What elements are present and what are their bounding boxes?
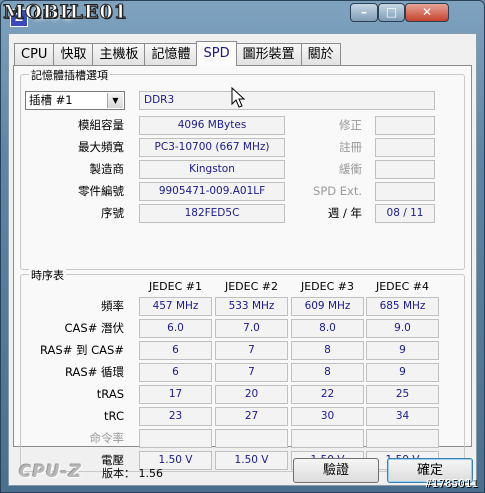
slot-flag-value [375, 138, 435, 157]
slot-group-title: 記憶體插槽選項 [29, 67, 110, 83]
timing-cell: 609 MHz [291, 297, 364, 316]
timing-cell: 23 [139, 407, 212, 426]
slot-flag-label: 緩衝 [339, 162, 362, 176]
slot-row-value: 9905471-009.A01LF [139, 182, 285, 201]
timing-cell: 8 [291, 341, 364, 360]
timing-row-label: 命令率 [89, 431, 125, 445]
timing-column-header: JEDEC #2 [224, 280, 278, 293]
tab-strip: CPU 快取 主機板 記憶體 SPD 圖形裝置 關於 [14, 41, 341, 66]
tab-0[interactable]: CPU [14, 43, 55, 65]
slot-flag-label: 修正 [339, 118, 362, 132]
slot-flag-label: SPD Ext. [313, 184, 362, 198]
timing-row-label: RAS# 到 CAS# [40, 343, 124, 357]
timing-cell: 9 [366, 341, 439, 360]
timing-cell [215, 429, 288, 448]
timing-cell: 9.0 [366, 319, 439, 338]
tab-3[interactable]: 記憶體 [144, 43, 198, 65]
slot-row-label: 序號 [101, 206, 124, 220]
timing-cell: 30 [291, 407, 364, 426]
timing-cell: 8 [291, 363, 364, 382]
timing-cell: 7 [215, 363, 288, 382]
timing-cell: 457 MHz [139, 297, 212, 316]
slot-flag-value [375, 182, 435, 201]
timing-cell: 34 [366, 407, 439, 426]
slot-row-value: PC3-10700 (667 MHz) [139, 138, 285, 157]
timing-cell: 533 MHz [215, 297, 288, 316]
week-year-field: 08 / 11 [375, 204, 435, 223]
timing-cell: 685 MHz [366, 297, 439, 316]
slot-row-label: 製造商 [89, 162, 125, 176]
slot-row-value: 182FED5C [139, 204, 285, 223]
timing-row-label: CAS# 潛伏 [64, 321, 125, 335]
mouse-pointer-icon [231, 87, 246, 108]
image-id-watermark: #1785011 [425, 477, 478, 490]
slot-row-label: 零件編號 [78, 184, 124, 198]
slot-row-value: 4096 MBytes [139, 116, 285, 135]
slot-row-value: Kingston [139, 160, 285, 179]
cpuz-footer-logo: CPU-Z [19, 462, 83, 482]
timing-row-label: 頻率 [101, 299, 124, 313]
cpuz-window: Z CPU-Z MOBILE01 – □ ✕ CPU 快取 主機板 記憶體 SPD 圖形裝… [0, 0, 485, 493]
timing-cell: 20 [215, 385, 288, 404]
timing-row-label: tRC [104, 409, 124, 423]
maximize-icon: □ [385, 5, 398, 19]
tab-1[interactable]: 快取 [53, 43, 94, 65]
tab-5[interactable]: 圖形裝置 [235, 43, 302, 65]
slot-flag-label: 註冊 [339, 140, 362, 154]
timing-cell [291, 429, 364, 448]
slot-select-value: 插槽 #1 [29, 93, 73, 107]
tab-2[interactable]: 主機板 [92, 43, 146, 65]
close-icon: ✕ [421, 5, 433, 19]
timing-cell: 9 [366, 363, 439, 382]
timing-cell: 7 [215, 341, 288, 360]
timing-cell: 6 [139, 341, 212, 360]
timings-group-title: 時序表 [29, 267, 66, 283]
memory-type-field: DDR3 [139, 91, 435, 110]
timing-column-header: JEDEC #1 [148, 280, 202, 293]
timing-cell: 6.0 [139, 319, 212, 338]
timing-row-label: tRAS [96, 387, 124, 401]
slot-row-label: 最大頻寬 [78, 140, 124, 154]
spd-tab-panel: 記憶體插槽選項 插槽 #1 ▼ DDR3 模組容量 4096 MBytes 最大頻寬… [13, 65, 472, 472]
slot-row-label: 模組容量 [78, 118, 124, 132]
validate-button[interactable]: 驗證 [293, 458, 379, 483]
title-bar[interactable]: Z CPU-Z MOBILE01 – □ ✕ [1, 1, 484, 33]
maximize-button[interactable]: □ [378, 3, 405, 22]
slot-flag-value [375, 160, 435, 179]
version-label: 版本： [102, 467, 135, 480]
timing-cell: 7.0 [215, 319, 288, 338]
timing-cell [139, 429, 212, 448]
minimize-icon: – [361, 5, 367, 19]
timing-cell: 17 [139, 385, 212, 404]
timing-cell: 27 [215, 407, 288, 426]
timing-cell: 1.50 V [215, 451, 288, 470]
tab-4[interactable]: SPD [196, 41, 237, 66]
week-year-label: 週 / 年 [327, 206, 362, 220]
timing-cell: 22 [291, 385, 364, 404]
timing-row-label: RAS# 循環 [65, 365, 124, 379]
mobile01-watermark: MOBILE01 [3, 1, 128, 24]
timing-column-header: JEDEC #4 [375, 280, 429, 293]
timing-cell [366, 429, 439, 448]
version-value: 1.56 [138, 467, 164, 480]
timing-cell: 8.0 [291, 319, 364, 338]
tab-6[interactable]: 關於 [300, 43, 341, 65]
close-button[interactable]: ✕ [405, 3, 449, 22]
minimize-button[interactable]: – [350, 3, 378, 22]
slot-select[interactable]: 插槽 #1 ▼ [25, 91, 125, 110]
timing-cell: 6 [139, 363, 212, 382]
timing-cell: 25 [366, 385, 439, 404]
chevron-down-icon[interactable]: ▼ [107, 93, 123, 108]
slot-flag-value [375, 116, 435, 135]
version-text: 版本： 1.56 [102, 465, 163, 481]
timing-column-header: JEDEC #3 [300, 280, 354, 293]
